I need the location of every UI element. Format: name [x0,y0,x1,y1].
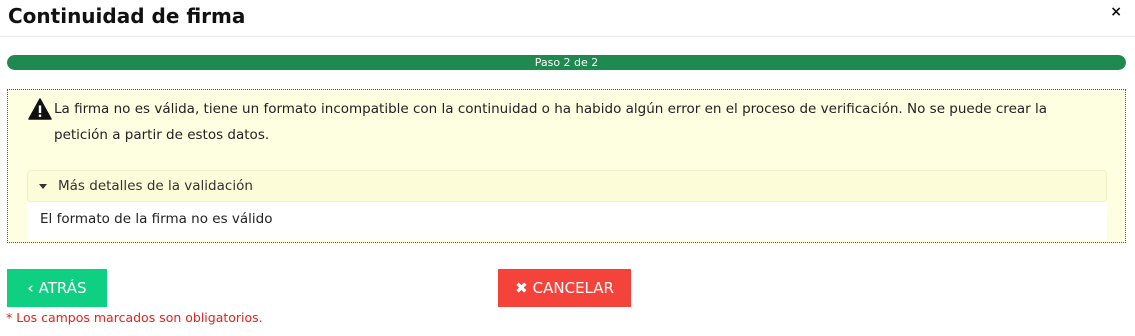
close-icon[interactable]: × [1110,4,1122,20]
alert-message: La firma no es válida, tiene un formato … [54,101,1048,143]
required-fields-note: * Los campos marcados son obligatorios. [6,310,263,325]
chevron-left-icon: ‹ [27,279,34,297]
progress-bar: Paso 2 de 2 [7,55,1126,70]
details-text: El formato de la firma no es válido [40,211,273,227]
cancel-button[interactable]: ✖ CANCELAR [498,269,631,307]
back-button[interactable]: ‹ ATRÁS [7,269,107,307]
details-toggle-label: Más detalles de la validación [58,178,253,194]
progress-label: Paso 2 de 2 [534,56,599,69]
details-panel: El formato de la firma no es válido [27,202,1107,240]
back-button-label: ATRÁS [38,279,87,297]
dialog-header: Continuidad de firma × [0,0,1135,37]
cancel-button-label: CANCELAR [532,279,614,297]
times-icon: ✖ [515,279,528,297]
validation-alert: La firma no es válida, tiene un formato … [7,89,1126,243]
dialog-title: Continuidad de firma [8,4,246,28]
warning-icon [28,98,52,120]
caret-down-icon [39,184,47,189]
details-toggle[interactable]: Más detalles de la validación [27,170,1107,202]
